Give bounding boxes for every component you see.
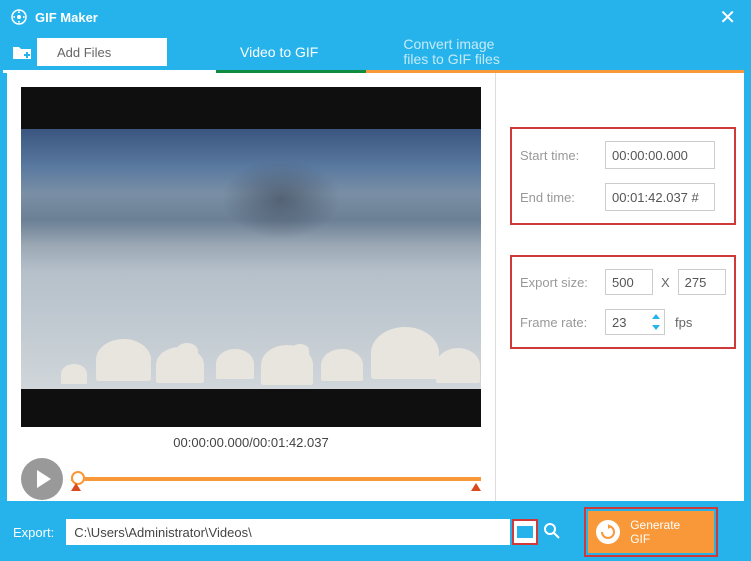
export-settings-group: Export size: X Frame rate: fps bbox=[510, 255, 736, 349]
window-title: GIF Maker bbox=[35, 10, 715, 25]
export-path-input[interactable] bbox=[66, 519, 510, 545]
start-time-input[interactable] bbox=[605, 141, 715, 169]
preview-panel: 00:00:00.000/00:01:42.037 bbox=[7, 73, 496, 501]
width-input[interactable] bbox=[605, 269, 653, 295]
play-button[interactable] bbox=[21, 458, 63, 500]
letterbox-bottom bbox=[21, 389, 481, 427]
generate-gif-button[interactable]: Generate GIF bbox=[588, 511, 714, 553]
start-time-label: Start time: bbox=[520, 148, 605, 163]
tab-convert-image[interactable]: Convert image files to GIF files bbox=[383, 31, 519, 73]
titlebar: GIF Maker ✕ bbox=[3, 3, 748, 31]
tab-convert-label: Convert image files to GIF files bbox=[403, 37, 499, 68]
frame-rate-input[interactable] bbox=[606, 315, 646, 330]
tab-bar: Add Files Video to GIF Convert image fil… bbox=[3, 31, 748, 73]
spinner-up[interactable] bbox=[649, 311, 663, 322]
content-area: 00:00:00.000/00:01:42.037 Start time: bbox=[7, 73, 744, 501]
folder-icon bbox=[517, 526, 533, 538]
refresh-icon bbox=[596, 520, 620, 544]
marker-end[interactable] bbox=[471, 483, 481, 491]
spinner-down[interactable] bbox=[649, 322, 663, 333]
fps-unit-label: fps bbox=[675, 315, 692, 330]
export-label: Export: bbox=[13, 525, 54, 540]
timeline-slider[interactable] bbox=[71, 477, 481, 481]
browse-button[interactable] bbox=[512, 519, 538, 545]
tab-indicator-active bbox=[216, 70, 366, 73]
frame-rate-input-wrap bbox=[605, 309, 665, 335]
marker-start[interactable] bbox=[71, 483, 81, 491]
close-button[interactable]: ✕ bbox=[715, 5, 740, 30]
settings-panel: Start time: End time: Export size: X Fra… bbox=[496, 73, 750, 501]
tab-indicator-orange bbox=[366, 70, 744, 73]
generate-button-label: Generate GIF bbox=[630, 518, 680, 547]
timestamp-display: 00:00:00.000/00:01:42.037 bbox=[21, 435, 481, 450]
end-time-label: End time: bbox=[520, 190, 605, 205]
generate-button-highlight: Generate GIF bbox=[584, 507, 718, 557]
tab-video-label: Video to GIF bbox=[240, 44, 318, 60]
size-separator: X bbox=[661, 275, 670, 290]
footer: Export: Generate GIF bbox=[3, 505, 748, 559]
time-settings-group: Start time: End time: bbox=[510, 127, 736, 225]
letterbox-top bbox=[21, 87, 481, 129]
frame-rate-spinner bbox=[649, 311, 663, 333]
frame-rate-label: Frame rate: bbox=[520, 315, 605, 330]
video-frame bbox=[21, 129, 481, 389]
search-button[interactable] bbox=[542, 521, 562, 544]
add-files-button[interactable]: Add Files bbox=[7, 38, 167, 66]
app-icon bbox=[11, 9, 27, 25]
player-controls bbox=[21, 458, 481, 500]
tab-video-to-gif[interactable]: Video to GIF bbox=[220, 31, 338, 73]
tab-indicator-white bbox=[3, 70, 216, 73]
height-input[interactable] bbox=[678, 269, 726, 295]
play-icon bbox=[37, 470, 51, 488]
video-preview[interactable] bbox=[21, 87, 481, 427]
export-size-label: Export size: bbox=[520, 275, 605, 290]
add-files-label: Add Files bbox=[37, 45, 111, 60]
add-files-icon bbox=[7, 38, 37, 66]
end-time-input[interactable] bbox=[605, 183, 715, 211]
